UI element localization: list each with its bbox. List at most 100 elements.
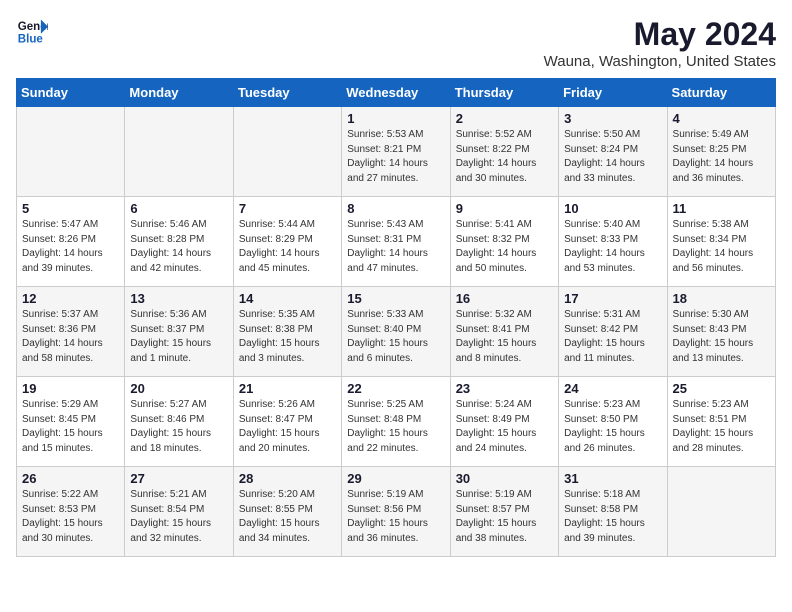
day-number: 27	[130, 471, 227, 486]
calendar-cell: 14 Sunrise: 5:35 AMSunset: 8:38 PMDayligh…	[233, 287, 341, 377]
day-number: 10	[564, 201, 661, 216]
calendar-cell: 30Sunrise: 5:19 AMSunset: 8:57 PMDayligh…	[450, 467, 558, 557]
day-info: Sunrise: 5:46 AMSunset: 8:28 PMDaylight:…	[130, 218, 227, 276]
day-number: 3	[564, 111, 661, 126]
day-info: Sunrise: 5:24 AMSunset: 8:49 PMDaylight:…	[456, 398, 553, 456]
day-number: 14	[239, 291, 336, 306]
day-number: 23	[456, 381, 553, 396]
day-number: 29	[347, 471, 444, 486]
calendar-cell: 8Sunrise: 5:43 AMSunset: 8:31 PMDaylight…	[342, 197, 450, 287]
day-info: Sunrise: 5:19 AMSunset: 8:57 PMDaylight:…	[456, 488, 553, 546]
calendar-cell: 23 Sunrise: 5:24 AMSunset: 8:49 PMDayligh…	[450, 377, 558, 467]
day-info: Sunrise: 5:36 AMSunset: 8:37 PMDaylight:…	[130, 308, 227, 366]
day-info: Sunrise: 5:18 AMSunset: 8:58 PMDaylight:…	[564, 488, 661, 546]
day-info: Sunrise: 5:29 AMSunset: 8:45 PMDaylight:…	[22, 398, 119, 456]
day-info: Sunrise: 5:27 AMSunset: 8:46 PMDaylight:…	[130, 398, 227, 456]
day-info: Sunrise: 5:49 AMSunset: 8:25 PMDaylight:…	[673, 128, 770, 186]
day-number: 2	[456, 111, 553, 126]
day-number: 18	[673, 291, 770, 306]
logo-icon: General Blue	[16, 16, 48, 48]
calendar-cell: 4 Sunrise: 5:49 AMSunset: 8:25 PMDaylight…	[667, 107, 775, 197]
day-info: Sunrise: 5:23 AMSunset: 8:50 PMDaylight:…	[564, 398, 661, 456]
day-info: Sunrise: 5:30 AMSunset: 8:43 PMDaylight:…	[673, 308, 770, 366]
day-number: 4	[673, 111, 770, 126]
calendar-cell: 16 Sunrise: 5:32 AMSunset: 8:41 PMDayligh…	[450, 287, 558, 377]
day-number: 13	[130, 291, 227, 306]
calendar-subtitle: Wauna, Washington, United States	[544, 53, 776, 70]
calendar-cell: 6Sunrise: 5:46 AMSunset: 8:28 PMDaylight…	[125, 197, 233, 287]
day-info: Sunrise: 5:38 AMSunset: 8:34 PMDaylight:…	[673, 218, 770, 276]
col-header-thursday: Thursday	[450, 79, 558, 107]
day-number: 31	[564, 471, 661, 486]
day-number: 25	[673, 381, 770, 396]
day-number: 9	[456, 201, 553, 216]
calendar-table: SundayMondayTuesdayWednesdayThursdayFrid…	[16, 78, 776, 557]
day-number: 28	[239, 471, 336, 486]
calendar-cell: 24 Sunrise: 5:23 AMSunset: 8:50 PMDayligh…	[559, 377, 667, 467]
calendar-cell: 3Sunrise: 5:50 AMSunset: 8:24 PMDaylight…	[559, 107, 667, 197]
day-info: Sunrise: 5:37 AMSunset: 8:36 PMDaylight:…	[22, 308, 119, 366]
col-header-wednesday: Wednesday	[342, 79, 450, 107]
calendar-cell: 21 Sunrise: 5:26 AMSunset: 8:47 PMDayligh…	[233, 377, 341, 467]
day-info: Sunrise: 5:22 AMSunset: 8:53 PMDaylight:…	[22, 488, 119, 546]
day-number: 15	[347, 291, 444, 306]
col-header-monday: Monday	[125, 79, 233, 107]
day-number: 7	[239, 201, 336, 216]
day-info: Sunrise: 5:35 AMSunset: 8:38 PMDaylight:…	[239, 308, 336, 366]
day-number: 17	[564, 291, 661, 306]
col-header-saturday: Saturday	[667, 79, 775, 107]
col-header-tuesday: Tuesday	[233, 79, 341, 107]
day-number: 21	[239, 381, 336, 396]
day-info: Sunrise: 5:47 AMSunset: 8:26 PMDaylight:…	[22, 218, 119, 276]
calendar-cell: 25 Sunrise: 5:23 AMSunset: 8:51 PMDayligh…	[667, 377, 775, 467]
day-number: 11	[673, 201, 770, 216]
calendar-cell	[125, 107, 233, 197]
day-info: Sunrise: 5:23 AMSunset: 8:51 PMDaylight:…	[673, 398, 770, 456]
day-number: 19	[22, 381, 119, 396]
day-info: Sunrise: 5:52 AMSunset: 8:22 PMDaylight:…	[456, 128, 553, 186]
calendar-cell: 1Sunrise: 5:53 AMSunset: 8:21 PMDaylight…	[342, 107, 450, 197]
day-info: Sunrise: 5:31 AMSunset: 8:42 PMDaylight:…	[564, 308, 661, 366]
day-info: Sunrise: 5:40 AMSunset: 8:33 PMDaylight:…	[564, 218, 661, 276]
page-header: General Blue General Blue May 2024 Wauna…	[16, 16, 776, 70]
calendar-cell: 29 Sunrise: 5:19 AMSunset: 8:56 PMDayligh…	[342, 467, 450, 557]
calendar-cell: 10 Sunrise: 5:40 AMSunset: 8:33 PMDayligh…	[559, 197, 667, 287]
day-info: Sunrise: 5:25 AMSunset: 8:48 PMDaylight:…	[347, 398, 444, 456]
calendar-cell: 2 Sunrise: 5:52 AMSunset: 8:22 PMDaylight…	[450, 107, 558, 197]
calendar-cell: 17 Sunrise: 5:31 AMSunset: 8:42 PMDayligh…	[559, 287, 667, 377]
day-info: Sunrise: 5:44 AMSunset: 8:29 PMDaylight:…	[239, 218, 336, 276]
day-info: Sunrise: 5:33 AMSunset: 8:40 PMDaylight:…	[347, 308, 444, 366]
day-info: Sunrise: 5:19 AMSunset: 8:56 PMDaylight:…	[347, 488, 444, 546]
calendar-cell: 5Sunrise: 5:47 AMSunset: 8:26 PMDaylight…	[17, 197, 125, 287]
col-header-friday: Friday	[559, 79, 667, 107]
calendar-cell: 11 Sunrise: 5:38 AMSunset: 8:34 PMDayligh…	[667, 197, 775, 287]
day-number: 20	[130, 381, 227, 396]
day-number: 24	[564, 381, 661, 396]
logo: General Blue General Blue	[16, 16, 48, 48]
calendar-cell: 22 Sunrise: 5:25 AMSunset: 8:48 PMDayligh…	[342, 377, 450, 467]
calendar-cell	[17, 107, 125, 197]
calendar-cell: 31 Sunrise: 5:18 AMSunset: 8:58 PMDayligh…	[559, 467, 667, 557]
calendar-cell: 15 Sunrise: 5:33 AMSunset: 8:40 PMDayligh…	[342, 287, 450, 377]
calendar-cell	[233, 107, 341, 197]
day-info: Sunrise: 5:32 AMSunset: 8:41 PMDaylight:…	[456, 308, 553, 366]
day-number: 1	[347, 111, 444, 126]
day-info: Sunrise: 5:43 AMSunset: 8:31 PMDaylight:…	[347, 218, 444, 276]
calendar-cell: 20 Sunrise: 5:27 AMSunset: 8:46 PMDayligh…	[125, 377, 233, 467]
day-info: Sunrise: 5:41 AMSunset: 8:32 PMDaylight:…	[456, 218, 553, 276]
day-number: 12	[22, 291, 119, 306]
calendar-title: May 2024	[544, 16, 776, 53]
day-info: Sunrise: 5:20 AMSunset: 8:55 PMDaylight:…	[239, 488, 336, 546]
calendar-cell: 26 Sunrise: 5:22 AMSunset: 8:53 PMDayligh…	[17, 467, 125, 557]
day-number: 22	[347, 381, 444, 396]
day-number: 26	[22, 471, 119, 486]
day-number: 16	[456, 291, 553, 306]
calendar-cell: 9 Sunrise: 5:41 AMSunset: 8:32 PMDaylight…	[450, 197, 558, 287]
calendar-cell: 7 Sunrise: 5:44 AMSunset: 8:29 PMDaylight…	[233, 197, 341, 287]
calendar-cell	[667, 467, 775, 557]
calendar-cell: 27Sunrise: 5:21 AMSunset: 8:54 PMDayligh…	[125, 467, 233, 557]
calendar-cell: 28 Sunrise: 5:20 AMSunset: 8:55 PMDayligh…	[233, 467, 341, 557]
day-info: Sunrise: 5:26 AMSunset: 8:47 PMDaylight:…	[239, 398, 336, 456]
svg-text:Blue: Blue	[18, 34, 44, 46]
title-area: May 2024 Wauna, Washington, United State…	[544, 16, 776, 70]
